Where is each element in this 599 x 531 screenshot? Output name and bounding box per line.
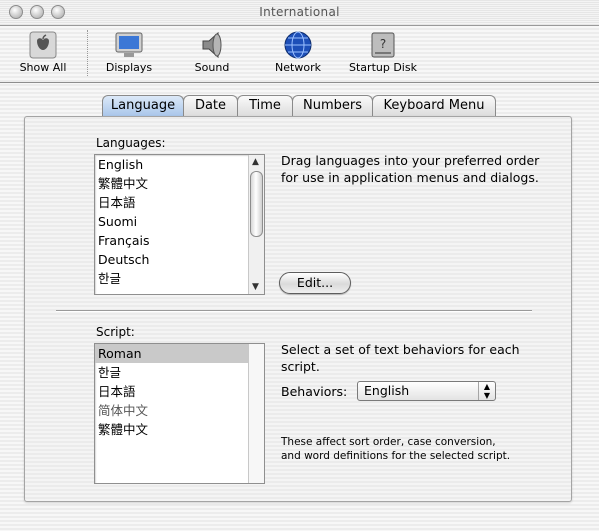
- svg-text:?: ?: [380, 37, 386, 51]
- window-title: International: [259, 5, 340, 19]
- script-description: Select a set of text behaviors for each …: [281, 342, 520, 374]
- list-item[interactable]: 한글: [95, 269, 264, 288]
- list-item[interactable]: Français: [95, 231, 264, 250]
- apple-logo-icon: [26, 29, 60, 61]
- toolbar: Show All Displays Sound Network ? Startu…: [0, 26, 599, 83]
- title-bar: International: [0, 0, 599, 26]
- behaviors-note: These affect sort order, case conversion…: [281, 436, 511, 462]
- toolbar-show-all[interactable]: Show All: [17, 29, 69, 74]
- list-item[interactable]: Deutsch: [95, 250, 264, 269]
- scroll-thumb[interactable]: [250, 171, 263, 237]
- toolbar-displays[interactable]: Displays: [103, 29, 155, 74]
- list-item[interactable]: 繁體中文: [95, 420, 264, 439]
- list-item[interactable]: 简体中文: [95, 401, 264, 420]
- toolbar-network[interactable]: Network: [272, 29, 324, 74]
- behaviors-label: Behaviors:: [281, 384, 348, 399]
- toolbar-label: Sound: [194, 61, 230, 74]
- toolbar-startup-disk[interactable]: ? Startup Disk: [347, 29, 419, 74]
- speaker-icon: [195, 29, 229, 61]
- section-divider: [56, 310, 532, 312]
- tab-date[interactable]: Date: [183, 95, 238, 116]
- list-item[interactable]: 한글: [95, 363, 264, 382]
- languages-scrollbar[interactable]: ▲ ▼: [248, 155, 264, 294]
- list-item[interactable]: Suomi: [95, 212, 264, 231]
- globe-icon: [281, 29, 315, 61]
- toolbar-label: Show All: [19, 61, 67, 74]
- script-scrollbar[interactable]: [248, 344, 264, 483]
- tab-time[interactable]: Time: [237, 95, 293, 116]
- toolbar-separator: [87, 30, 88, 76]
- scroll-down-arrow-icon[interactable]: ▼: [252, 282, 259, 292]
- monitor-icon: [112, 29, 146, 61]
- scroll-up-arrow-icon[interactable]: ▲: [252, 157, 259, 167]
- chevron-updown-icon: ▲ ▼: [478, 382, 495, 400]
- list-item[interactable]: 日本語: [95, 382, 264, 401]
- list-item[interactable]: 日本語: [95, 193, 264, 212]
- toolbar-label: Network: [275, 61, 321, 74]
- languages-label: Languages:: [96, 136, 166, 150]
- behaviors-value: English: [364, 383, 410, 398]
- behaviors-select[interactable]: English ▲ ▼: [357, 381, 496, 401]
- edit-button[interactable]: Edit...: [279, 272, 351, 294]
- script-label: Script:: [96, 325, 135, 339]
- disk-icon: ?: [366, 29, 400, 61]
- script-list[interactable]: Roman 한글 日本語 简体中文 繁體中文: [94, 343, 265, 484]
- languages-description: Drag languages into your preferred order…: [281, 153, 540, 185]
- toolbar-sound[interactable]: Sound: [190, 29, 234, 74]
- tab-numbers[interactable]: Numbers: [292, 95, 373, 116]
- list-item[interactable]: 繁體中文: [95, 174, 264, 193]
- toolbar-label: Startup Disk: [349, 61, 417, 74]
- list-item[interactable]: English: [95, 155, 264, 174]
- languages-list[interactable]: English 繁體中文 日本語 Suomi Français Deutsch …: [94, 154, 265, 295]
- tab-language[interactable]: Language: [102, 95, 184, 116]
- tab-keyboard-menu[interactable]: Keyboard Menu: [372, 95, 496, 116]
- list-item[interactable]: Roman: [95, 344, 249, 363]
- toolbar-label: Displays: [105, 61, 153, 74]
